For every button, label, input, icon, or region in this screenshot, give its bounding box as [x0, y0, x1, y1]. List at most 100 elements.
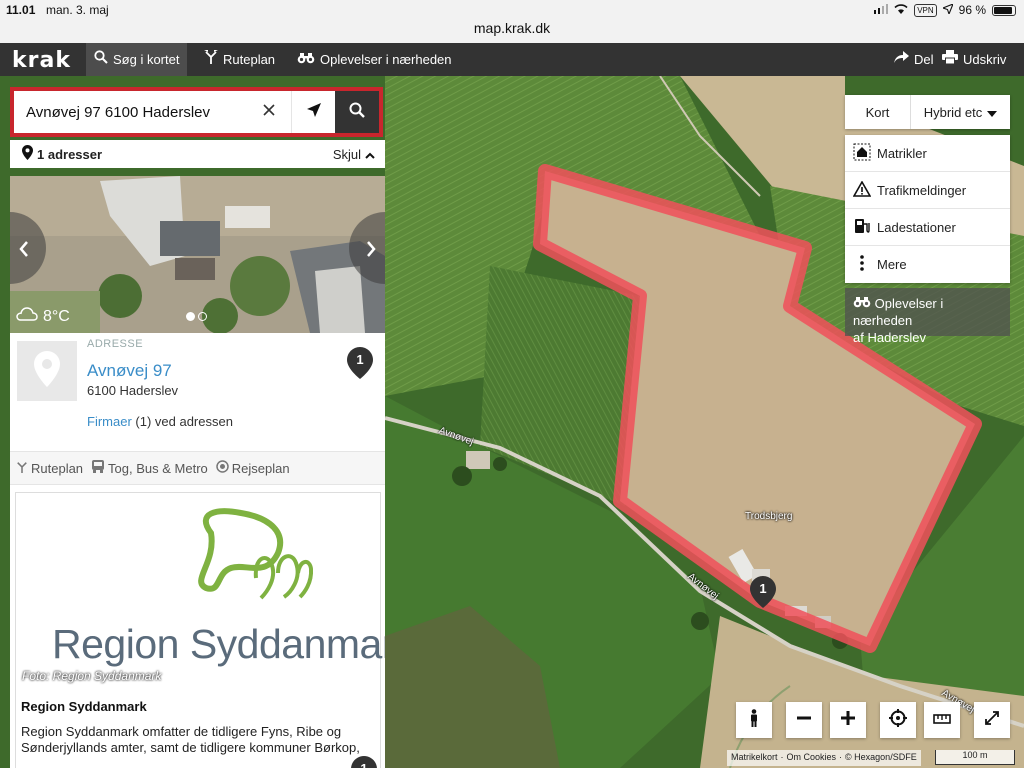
target-circle-icon [216, 460, 229, 476]
search-box [10, 87, 383, 137]
photo-credit: Foto: Region Syddanmark [22, 669, 162, 683]
region-info-card[interactable]: Region Syddanmark Foto: Region Syddanmar… [15, 492, 385, 768]
url-bar[interactable]: map.krak.dk [0, 17, 1024, 43]
map-type-kort-label: Kort [865, 104, 890, 120]
scale-label: 100 m [962, 750, 988, 760]
address-street-link[interactable]: Avnøvej 97 [87, 361, 172, 381]
chevron-right-icon [366, 233, 376, 264]
krak-logo[interactable]: krak [12, 48, 71, 73]
zoom-out-button[interactable] [786, 702, 822, 738]
region-wordmark: Region Syddanmark [52, 621, 385, 667]
map-pin-icon [34, 350, 60, 392]
wifi-icon [894, 3, 908, 17]
nav-experiences-nearby[interactable]: Oplevelser i nærheden [289, 43, 460, 76]
pagination-dot-active[interactable] [186, 312, 195, 321]
address-city: 6100 Haderslev [87, 383, 179, 398]
place-label-trodsbjerg: Trodsbjerg [745, 511, 793, 522]
map-attribution: Matrikelkort · Om Cookies · © Hexagon/SDFE [727, 750, 921, 766]
map-type-hybrid-dropdown[interactable]: Hybrid etc [911, 95, 1010, 129]
result-marker-badge: 1 [347, 347, 373, 384]
address-result[interactable]: ADRESSE Avnøvej 97 6100 Haderslev Firmae… [10, 333, 385, 451]
nav-route-planner-label: Ruteplan [223, 52, 276, 67]
close-icon [263, 103, 275, 121]
route-plan-action[interactable]: Ruteplan [16, 461, 83, 476]
battery-icon [992, 4, 1016, 16]
status-date: man. 3. maj [46, 3, 109, 17]
layer-trafikmeldinger[interactable]: Trafikmeldinger [845, 172, 1010, 209]
status-time: 11.01 [6, 3, 36, 17]
clear-search-button[interactable] [247, 91, 291, 133]
address-type-label: ADRESSE [87, 338, 144, 350]
vpn-badge: VPN [914, 3, 937, 17]
street-view-button[interactable] [736, 702, 772, 738]
layer-matrikler[interactable]: Matrikler [845, 135, 1010, 172]
map-marker-number: 1 [759, 581, 767, 596]
print-label: Udskriv [963, 52, 1007, 67]
chevron-up-icon [365, 147, 375, 162]
layer-matrikler-label: Matrikler [877, 145, 927, 161]
attribution-copyright[interactable]: © Hexagon/SDFE [845, 752, 917, 764]
search-submit-button[interactable] [335, 91, 379, 133]
top-navigation: krak Søg i kortet Ruteplan Oplevelser i … [0, 43, 1024, 76]
charging-station-icon [853, 217, 871, 238]
attribution-cookies[interactable]: Om Cookies [787, 752, 837, 764]
layer-ladestationer[interactable]: Ladestationer [845, 209, 1010, 246]
binoculars-icon [297, 43, 315, 76]
map-type-hybrid-label: Hybrid etc [923, 104, 983, 120]
transit-label: Tog, Bus & Metro [108, 460, 208, 476]
status-indicators: VPN 96 % [874, 3, 1016, 17]
crosshair-icon [889, 708, 907, 732]
map-pin-icon [22, 145, 33, 163]
my-location-button[interactable] [291, 91, 335, 133]
route-icon [16, 461, 28, 476]
locate-me-button[interactable] [880, 702, 916, 738]
nav-experiences-nearby-label: Oplevelser i nærheden [320, 52, 452, 67]
results-count: 1 adresser [37, 146, 103, 162]
region-logo-image: Region Syddanmark Foto: Region Syddanmar… [16, 493, 385, 693]
nav-search-map[interactable]: Søg i kortet [86, 43, 188, 76]
search-icon [94, 43, 108, 76]
route-icon [204, 43, 218, 76]
share-arrow-icon [894, 43, 909, 76]
hide-results-toggle[interactable]: Skjul [333, 147, 375, 162]
journey-plan-label: Rejseplan [231, 460, 290, 476]
pagination-dot[interactable] [198, 312, 207, 321]
nearby-line2: af Haderslev [853, 330, 926, 345]
cloud-icon [16, 307, 38, 326]
caret-down-icon [987, 105, 998, 120]
chevron-left-icon [19, 233, 29, 264]
aerial-photo-carousel[interactable]: 8°C [10, 176, 385, 333]
map-scale-bar: 100 m [935, 750, 1015, 765]
measure-button[interactable] [924, 702, 960, 738]
route-plan-label: Ruteplan [31, 460, 84, 476]
binoculars-icon [853, 296, 875, 311]
nearby-experiences-button[interactable]: Oplevelser i nærheden af Haderslev [845, 288, 1010, 345]
expand-icon [984, 710, 1000, 731]
layer-more[interactable]: Mere [845, 246, 1010, 283]
temperature: 8°C [43, 307, 70, 325]
battery-percent: 96 % [958, 3, 986, 17]
fullscreen-button[interactable] [974, 702, 1010, 738]
address-actions: Ruteplan Tog, Bus & Metro Rejseplan [10, 451, 385, 485]
zoom-in-button[interactable] [830, 702, 866, 738]
ruler-icon [933, 711, 951, 729]
print-button[interactable]: Udskriv [934, 43, 1014, 76]
search-input[interactable] [14, 91, 247, 133]
transit-action[interactable]: Tog, Bus & Metro [91, 460, 208, 476]
journey-plan-action[interactable]: Rejseplan [216, 460, 290, 476]
firms-link[interactable]: Firmaer [87, 414, 132, 429]
map-result-marker[interactable]: 1 [750, 576, 776, 613]
printer-icon [942, 43, 958, 76]
card-title: Region Syddanmark [21, 699, 147, 714]
warning-icon [852, 179, 872, 200]
attribution-matrikel[interactable]: Matrikelkort [731, 752, 778, 764]
card-marker-badge: 1 [351, 756, 377, 768]
url-text: map.krak.dk [473, 20, 551, 36]
layer-more-label: Mere [877, 257, 907, 272]
hide-results-label: Skjul [332, 146, 361, 162]
firms-at-address: Firmaer (1) ved adressen [87, 414, 233, 429]
location-arrow-icon [941, 3, 954, 17]
map-type-kort[interactable]: Kort [845, 95, 911, 129]
nav-route-planner[interactable]: Ruteplan [196, 43, 283, 76]
navigation-arrow-icon [306, 102, 321, 122]
